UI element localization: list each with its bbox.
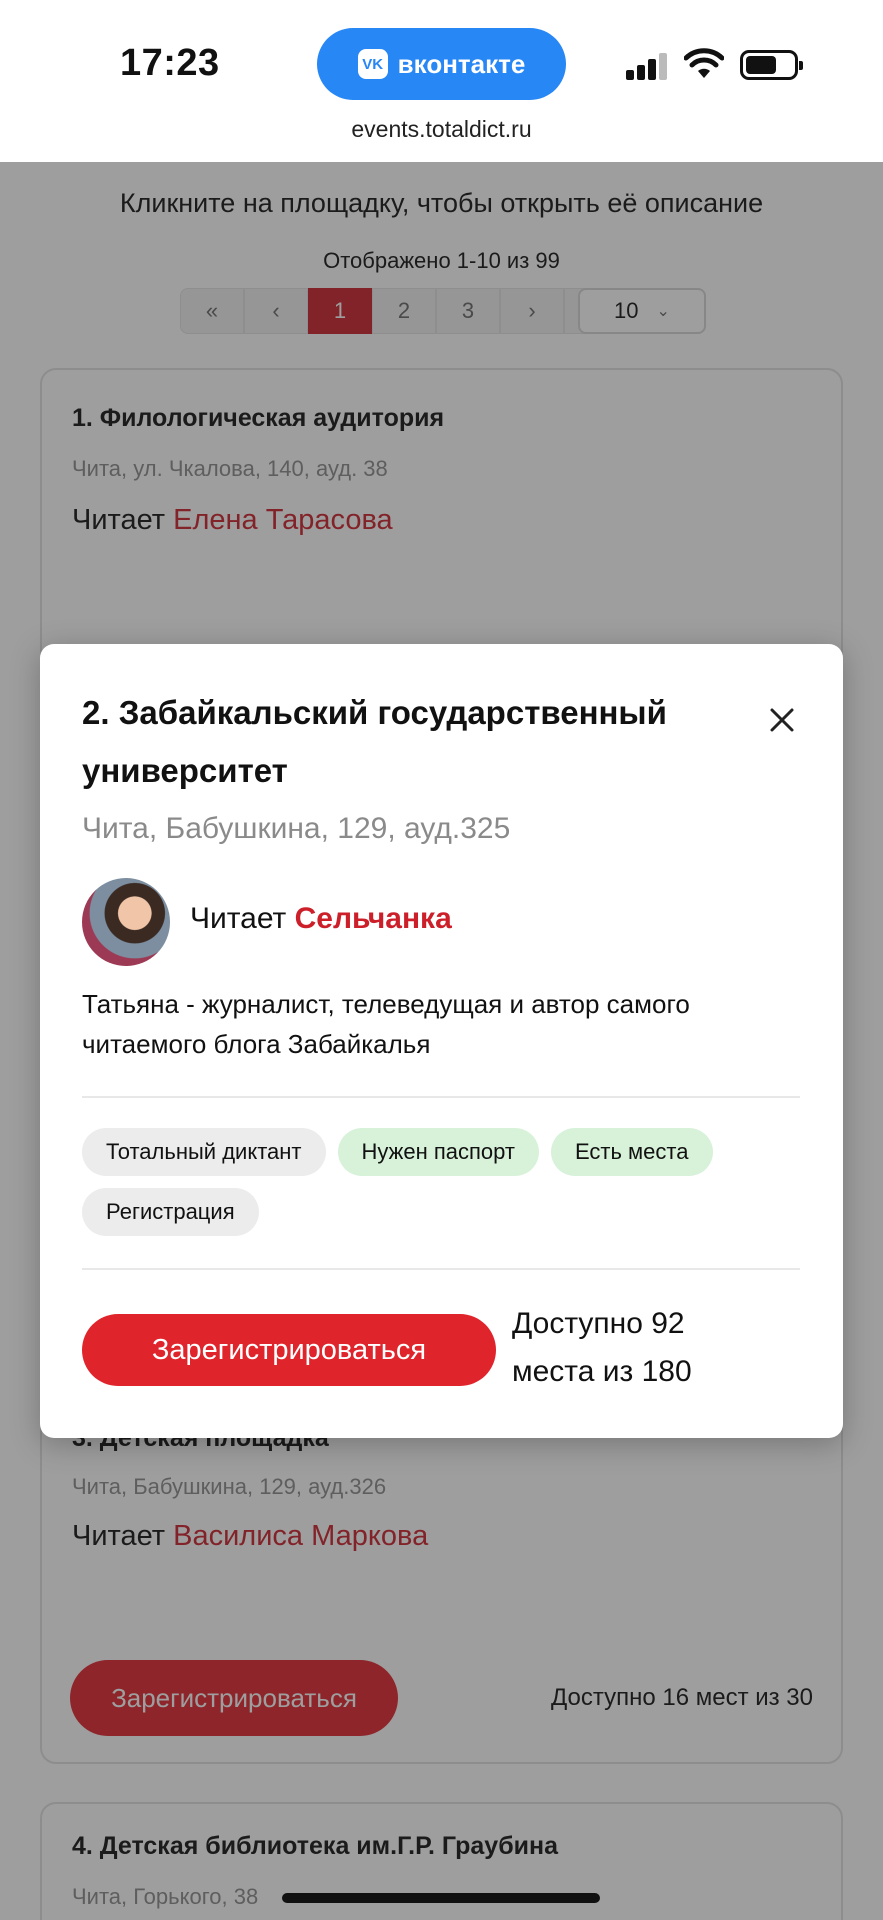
wifi-icon [684, 48, 724, 78]
tag-registration: Регистрация [82, 1188, 259, 1236]
page-url[interactable]: events.totaldict.ru [0, 116, 883, 143]
vk-logo-icon: VK [357, 49, 388, 79]
availability-text: Доступно 92 места из 180 [512, 1307, 692, 1388]
clock: 17:23 [120, 42, 220, 84]
modal-title: 2. Забайкальский государственный универс… [82, 694, 667, 789]
status-bar: 17:23 VK вконтакте events.totaldict.ru [0, 0, 883, 162]
register-button[interactable]: Зарегистрироваться [82, 1314, 496, 1386]
home-indicator[interactable] [282, 1893, 600, 1903]
reader-description: Татьяна - журналист, телеведущая и автор… [82, 989, 690, 1059]
modal-address: Чита, Бабушкина, 129, ауд.325 [82, 812, 511, 845]
tag-passport-required: Нужен паспорт [337, 1128, 539, 1176]
divider [82, 1096, 800, 1098]
reader-avatar [82, 878, 170, 966]
divider [82, 1268, 800, 1270]
reader-name-link[interactable]: Сельчанка [295, 902, 452, 935]
tag-total-dictation: Тотальный диктант [82, 1128, 326, 1176]
vk-app-label: вконтакте [397, 48, 526, 79]
battery-icon [740, 50, 803, 80]
vk-app-pill[interactable]: VK вконтакте [317, 28, 566, 100]
modal-reader: Читает Сельчанка [190, 902, 452, 936]
reader-prefix: Читает [190, 902, 287, 935]
signal-icon [626, 52, 670, 80]
close-icon[interactable] [762, 700, 802, 740]
tag-list: Тотальный диктант Нужен паспорт Есть мес… [82, 1128, 802, 1236]
tag-seats-available: Есть места [550, 1128, 713, 1176]
venue-details-modal: 2. Забайкальский государственный универс… [40, 644, 843, 1438]
